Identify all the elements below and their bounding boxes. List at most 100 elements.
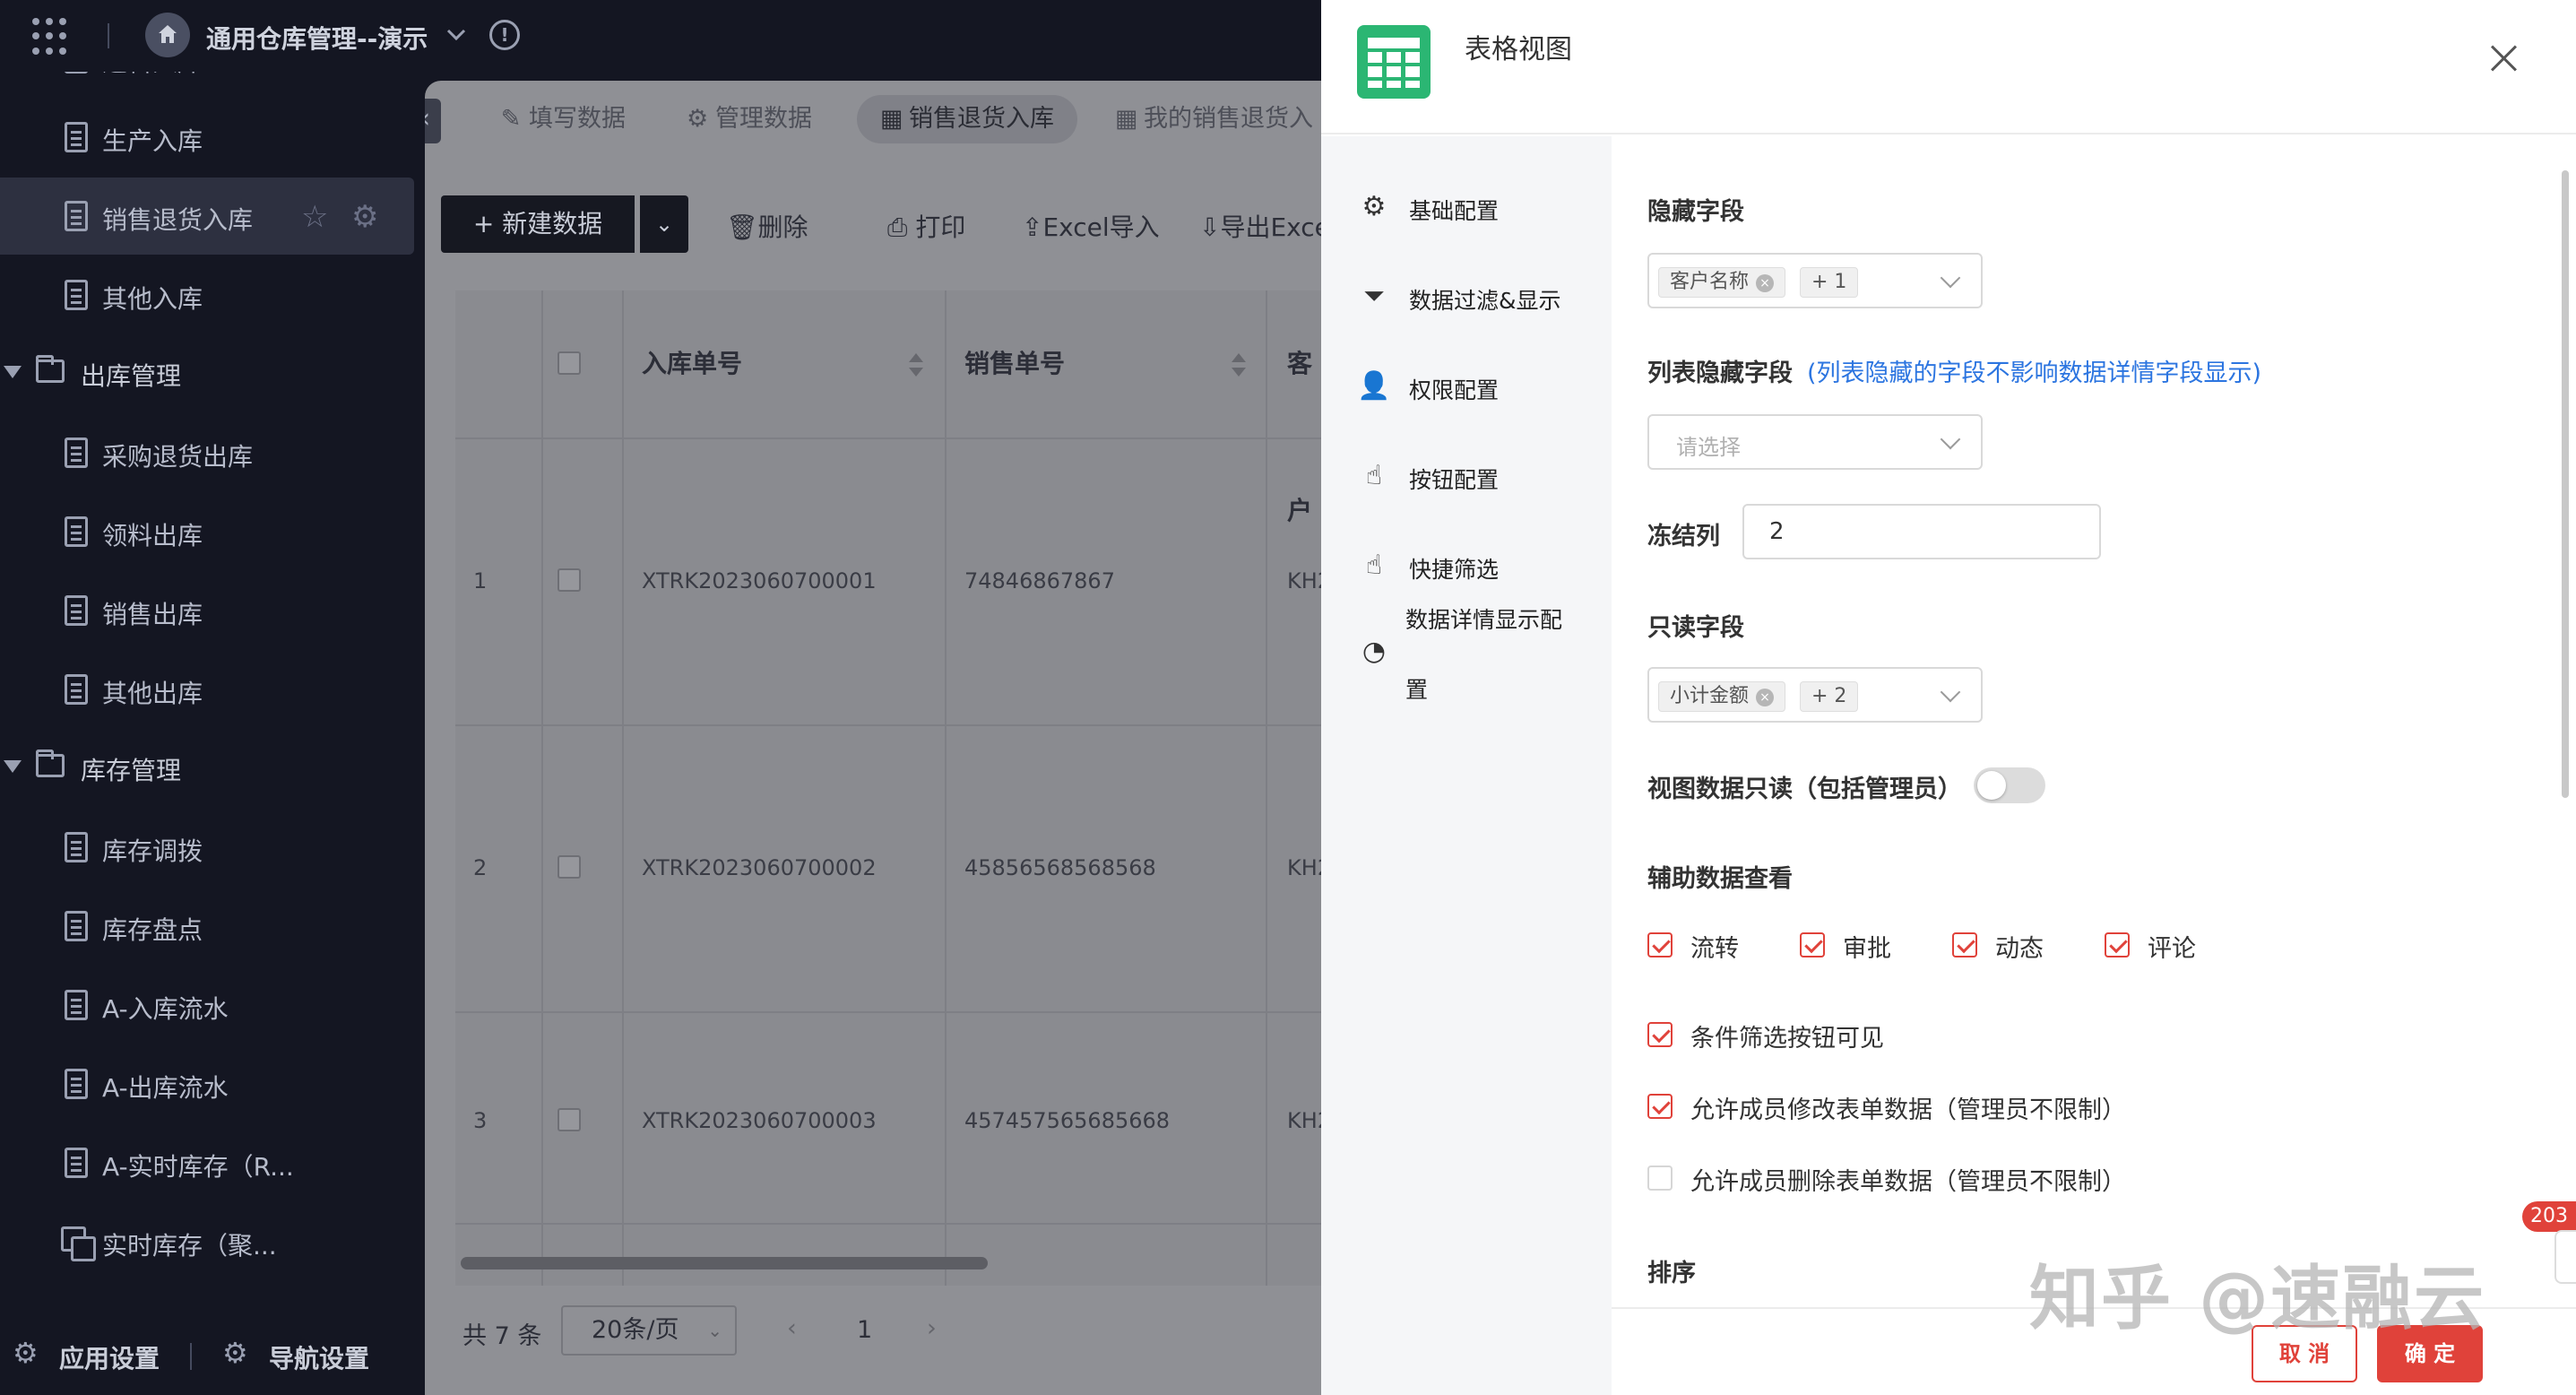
list-hidden-fields-select[interactable]: 请选择: [1647, 414, 1983, 470]
table-cell[interactable]: KH2: [1287, 568, 1321, 594]
tab-manage-data[interactable]: ⚙ 管理数据: [687, 95, 812, 143]
tab-my-sales-return[interactable]: ▦ 我的销售退货入: [1115, 95, 1313, 143]
horizontal-scrollbar[interactable]: [461, 1257, 988, 1269]
home-icon[interactable]: [145, 13, 190, 57]
sort-icon[interactable]: [1232, 353, 1246, 377]
sidebar-item[interactable]: 库存调拨: [0, 809, 414, 886]
document-icon: [65, 990, 88, 1020]
star-icon[interactable]: ☆: [301, 199, 328, 235]
row-checkbox[interactable]: [558, 1108, 581, 1131]
sidebar-item[interactable]: 销售出库: [0, 572, 414, 649]
table-cell[interactable]: XTRK2023060700001: [642, 568, 877, 594]
drawer-title: 表格视图: [1465, 34, 1572, 65]
tab-fill-data[interactable]: ✎ 填写数据: [500, 95, 626, 143]
sidebar-item[interactable]: 其他入库: [0, 256, 414, 334]
column-header[interactable]: 入库单号: [642, 290, 742, 438]
close-icon[interactable]: [2486, 41, 2522, 77]
table-cell[interactable]: XTRK2023060700003: [642, 1108, 877, 1133]
qr-code-icon[interactable]: [2554, 1230, 2576, 1284]
table-cell[interactable]: KH2: [1287, 855, 1321, 880]
user-key-icon: 👤: [1357, 370, 1391, 402]
prev-page-icon[interactable]: ‹: [787, 1314, 797, 1342]
vertical-scrollbar[interactable]: [2562, 170, 2569, 798]
gear-icon[interactable]: ⚙: [351, 199, 378, 235]
divider: [945, 290, 947, 1286]
divider: [190, 1343, 192, 1370]
chevron-down-icon[interactable]: ⌄: [640, 195, 688, 253]
app-title[interactable]: 通用仓库管理--演示: [206, 20, 428, 56]
settings-icon: ⚙: [1361, 191, 1387, 222]
select-all-checkbox[interactable]: [558, 351, 581, 375]
document-icon: [65, 1148, 88, 1178]
data-table: 入库单号 销售单号 客户 1 XTRK2023060700001 7484686…: [455, 290, 1321, 1286]
row-checkbox[interactable]: [558, 855, 581, 879]
sidebar-group[interactable]: 库存管理: [0, 730, 414, 807]
column-header[interactable]: 销售单号: [964, 290, 1065, 438]
checkbox-checked[interactable]: [1952, 932, 1977, 957]
print-button[interactable]: ⎙ 打印: [887, 208, 965, 244]
table-cell[interactable]: 457457565685668: [964, 1108, 1170, 1133]
checkbox-checked[interactable]: [1647, 932, 1673, 957]
checkbox-checked[interactable]: [1647, 1094, 1673, 1119]
document-icon: [65, 832, 88, 862]
view-readonly-toggle[interactable]: [1974, 767, 2045, 803]
frozen-columns-input[interactable]: 2: [1742, 504, 2101, 559]
tag-remove-icon[interactable]: ×: [1756, 689, 1775, 706]
caret-down-icon: [4, 366, 22, 378]
document-icon: [65, 674, 88, 705]
selected-tag[interactable]: 小计金额 ×: [1658, 681, 1786, 712]
hint-text: (列表隐藏的字段不影响数据详情字段显示): [1807, 360, 2262, 387]
sidebar-item-label: 库存盘点: [102, 915, 203, 945]
row-checkbox[interactable]: [558, 568, 581, 592]
edit-icon: ✎: [500, 105, 522, 133]
list-hidden-fields-label: 列表隐藏字段 (列表隐藏的字段不影响数据详情字段显示): [1647, 353, 2261, 388]
checkbox-label: 流转: [1690, 935, 1739, 963]
chevron-down-icon: [1940, 267, 1961, 289]
collapse-sidebar-icon[interactable]: «: [425, 99, 441, 143]
sidebar-item[interactable]: A-入库流水: [0, 966, 414, 1044]
table-cell[interactable]: 74846867867: [964, 568, 1115, 594]
sidebar-group[interactable]: 出库管理: [0, 335, 414, 412]
sidebar-item[interactable]: 采购退货出库: [0, 414, 414, 491]
sidebar-item[interactable]: 实时库存（聚...: [0, 1203, 414, 1280]
column-header[interactable]: 客户: [1287, 290, 1321, 525]
sidebar-item[interactable]: 销售退货入库 ☆ ⚙: [0, 178, 414, 255]
checkbox-checked[interactable]: [1800, 932, 1825, 957]
tab-label: 销售退货入库: [909, 105, 1054, 133]
table-cell[interactable]: KH2: [1287, 1108, 1321, 1133]
checkbox-checked[interactable]: [1647, 1022, 1673, 1047]
notification-badge[interactable]: 203: [2522, 1201, 2576, 1232]
export-label: 导出Exce: [1220, 212, 1321, 242]
nav-detail-display[interactable]: ◔ 数据详情显示配 置: [1357, 602, 1599, 710]
page-size-select[interactable]: 20条/页 ⌄: [561, 1305, 737, 1356]
delete-button[interactable]: 🗑删除: [726, 208, 808, 244]
current-page[interactable]: 1: [857, 1316, 872, 1344]
nav-settings-link[interactable]: 导航设置: [269, 1339, 369, 1375]
sidebar-item[interactable]: 其他出库: [0, 651, 414, 728]
export-button[interactable]: ⇩导出Exce: [1199, 208, 1321, 244]
tab-sales-return[interactable]: ▦ 销售退货入库: [857, 95, 1077, 143]
sidebar-item[interactable]: 生产入库: [0, 99, 414, 176]
checkbox-unchecked[interactable]: [1647, 1165, 1673, 1191]
sidebar-item[interactable]: A-出库流水: [0, 1045, 414, 1122]
readonly-fields-select[interactable]: 小计金额 × + 2: [1647, 667, 1983, 723]
table-cell[interactable]: 45856568568568: [964, 855, 1156, 880]
info-icon[interactable]: !: [489, 20, 520, 50]
table-cell[interactable]: XTRK2023060700002: [642, 855, 877, 880]
sidebar-item[interactable]: 退料入库: [0, 72, 414, 97]
checkbox-checked[interactable]: [2105, 932, 2130, 957]
app-grid-icon[interactable]: [32, 18, 70, 56]
sort-icon[interactable]: [909, 353, 923, 377]
selected-tag[interactable]: 客户名称 ×: [1658, 267, 1786, 298]
new-data-button[interactable]: + 新建数据: [441, 195, 635, 253]
sidebar-item[interactable]: A-实时库存（R...: [0, 1124, 414, 1201]
sidebar-item[interactable]: 领料出库: [0, 493, 414, 570]
chevron-down-icon[interactable]: [443, 22, 470, 48]
gear-icon: ⚙: [13, 1336, 39, 1370]
app-settings-link[interactable]: 应用设置: [59, 1339, 160, 1375]
hidden-fields-select[interactable]: 客户名称 × + 1: [1647, 253, 1983, 308]
next-page-icon[interactable]: ›: [927, 1314, 937, 1342]
tag-remove-icon[interactable]: ×: [1756, 274, 1775, 292]
sidebar-item[interactable]: 库存盘点: [0, 888, 414, 965]
excel-import-button[interactable]: ⇪Excel导入: [1022, 208, 1160, 244]
